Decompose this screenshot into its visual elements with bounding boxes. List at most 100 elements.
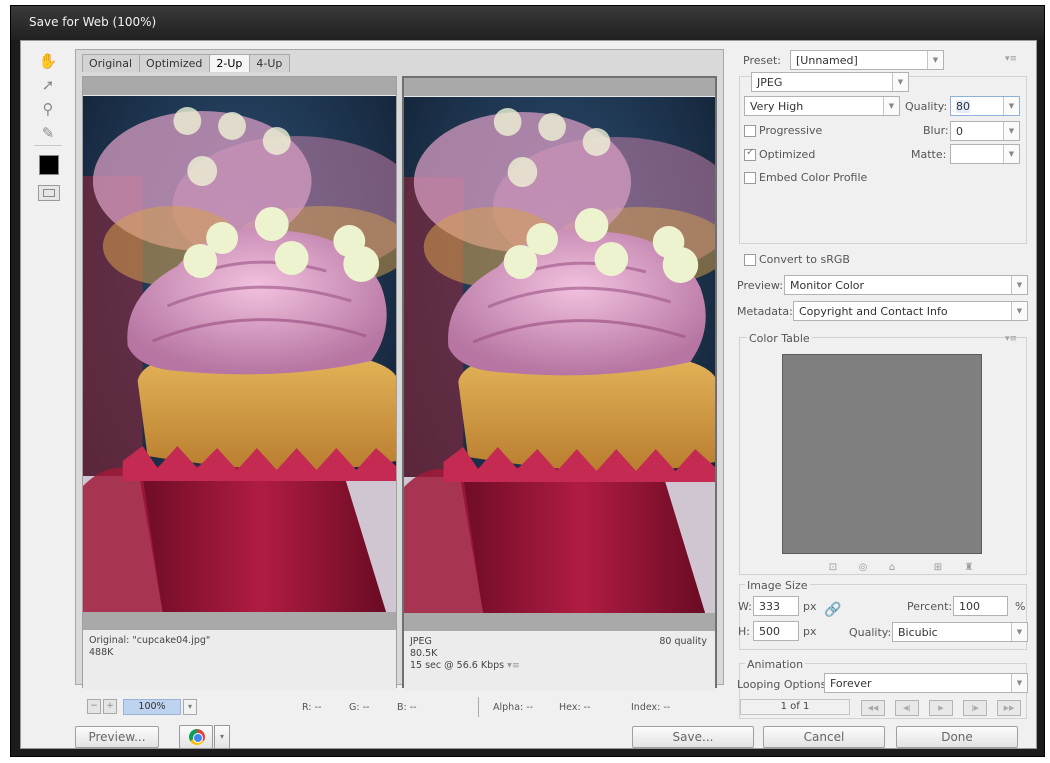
- map-color-icon[interactable]: ⊡: [827, 562, 839, 574]
- metadata-label: Metadata:: [737, 305, 793, 318]
- delete-color-icon[interactable]: ♜: [963, 562, 975, 574]
- height-label: H:: [738, 625, 750, 638]
- chevron-down-icon: ▼: [1003, 145, 1019, 163]
- pane-bottom-margin: [404, 613, 715, 631]
- eyedropper-icon[interactable]: ✎: [38, 123, 58, 143]
- convert-srgb-label: Convert to sRGB: [759, 253, 850, 266]
- status-bar: − + 100% ▾ R: -- G: -- B: -- Alpha: -- H…: [85, 697, 725, 717]
- hand-icon[interactable]: ✋: [38, 51, 58, 71]
- embed-color-profile-label: Embed Color Profile: [759, 171, 868, 184]
- matte-select[interactable]: ▼: [950, 144, 1020, 164]
- optimized-pane[interactable]: JPEG 80.5K 15 sec @ 56.6 Kbps ▾≡ 80 qual…: [402, 76, 717, 691]
- tab-4-up[interactable]: 4-Up: [249, 54, 291, 72]
- compression-quality-select[interactable]: Very High ▼: [744, 96, 900, 116]
- index-readout: Index: --: [631, 702, 671, 713]
- window-title: Save for Web (100%): [11, 6, 1044, 40]
- zoom-in-button[interactable]: +: [103, 699, 117, 714]
- eyedropper-color-swatch[interactable]: [39, 155, 59, 175]
- readout-divider: [478, 697, 479, 717]
- pane-top-margin: [83, 77, 396, 95]
- resample-quality-label: Quality:: [849, 626, 892, 639]
- original-filename: Original: "cupcake04.jpg": [89, 635, 211, 646]
- zoom-out-button[interactable]: −: [87, 699, 101, 714]
- convert-srgb-checkbox[interactable]: [744, 254, 756, 266]
- constrain-proportions-link-icon[interactable]: 🔗: [824, 602, 841, 618]
- first-frame-icon[interactable]: ◀◀: [861, 700, 885, 716]
- blue-readout: B: --: [397, 702, 417, 713]
- preview-in-browser-button[interactable]: [179, 725, 213, 749]
- blur-input[interactable]: 0 ▼: [950, 121, 1020, 141]
- preset-select[interactable]: [Unnamed] ▼: [790, 50, 944, 70]
- next-frame-icon[interactable]: |▶: [963, 700, 987, 716]
- resample-quality-select[interactable]: Bicubic ▼: [892, 622, 1028, 642]
- width-input[interactable]: 333: [753, 596, 799, 616]
- hex-readout: Hex: --: [559, 702, 591, 713]
- dialog-client: ✋ ➚ ⚲ ✎ Original Optimized 2-Up 4-Up Ori…: [20, 40, 1037, 749]
- preview-area: Original Optimized 2-Up 4-Up Original: "…: [75, 49, 724, 691]
- embed-color-profile-checkbox[interactable]: [744, 172, 756, 184]
- chevron-down-icon: ▼: [1003, 97, 1019, 115]
- chevron-down-icon: ▼: [927, 51, 943, 69]
- width-label: W:: [738, 600, 752, 613]
- view-tabs: Original Optimized 2-Up 4-Up: [82, 54, 291, 72]
- chevron-down-icon: ▼: [1003, 122, 1019, 140]
- optimized-quality: 80 quality: [659, 636, 707, 647]
- percent-input[interactable]: 100: [953, 596, 1008, 616]
- height-unit: px: [803, 625, 817, 638]
- green-readout: G: --: [349, 702, 370, 713]
- progressive-checkbox[interactable]: [744, 125, 756, 137]
- chevron-down-icon: ▼: [1011, 674, 1027, 692]
- play-icon[interactable]: ▶: [929, 700, 953, 716]
- cupcake-photo: [404, 97, 715, 613]
- original-pane[interactable]: Original: "cupcake04.jpg" 488K: [82, 76, 397, 690]
- color-table-menu-icon[interactable]: ▾≡: [1005, 334, 1017, 344]
- frame-counter: 1 of 1: [740, 699, 850, 715]
- settings-panel: Preset: [Unnamed] ▼ ▾≡ JPEG ▼ Very High ▼ Q…: [735, 41, 1038, 750]
- preset-label: Preset:: [743, 54, 782, 67]
- tab-original[interactable]: Original: [82, 54, 141, 72]
- red-readout: R: --: [302, 702, 322, 713]
- browser-icon: [189, 729, 205, 745]
- original-image[interactable]: [83, 96, 396, 612]
- save-for-web-dialog: Save for Web (100%) ✋ ➚ ⚲ ✎ Original Opt…: [10, 5, 1045, 757]
- tab-optimized[interactable]: Optimized: [139, 54, 211, 72]
- download-menu-icon: ▾≡: [507, 660, 520, 671]
- width-unit: px: [803, 600, 817, 613]
- quality-label: Quality:: [905, 100, 948, 113]
- browser-dropdown-icon[interactable]: ▾: [214, 725, 230, 749]
- chevron-down-icon: ▼: [1011, 302, 1027, 320]
- preview-button[interactable]: Preview...: [75, 726, 159, 748]
- height-input[interactable]: 500: [753, 621, 799, 641]
- optimized-image[interactable]: [404, 97, 715, 613]
- toolbox-divider: [34, 145, 62, 146]
- new-color-icon[interactable]: ⊞: [932, 562, 944, 574]
- preview-color-select[interactable]: Monitor Color ▼: [784, 275, 1028, 295]
- blur-label: Blur:: [923, 124, 949, 137]
- chevron-down-icon: ▼: [1011, 276, 1027, 294]
- color-table-title: Color Table: [747, 332, 812, 345]
- optimized-download-time: 15 sec @ 56.6 Kbps ▾≡: [410, 660, 520, 671]
- web-shift-icon[interactable]: ◎: [857, 562, 869, 574]
- quality-input[interactable]: 80 ▼: [950, 96, 1020, 116]
- cupcake-photo: [83, 96, 396, 612]
- zoom-dropdown-icon[interactable]: ▾: [183, 699, 197, 715]
- looping-options-select[interactable]: Forever ▼: [824, 673, 1028, 693]
- original-info: Original: "cupcake04.jpg" 488K: [83, 630, 396, 690]
- color-table-swatches[interactable]: [782, 354, 982, 554]
- zoom-level-field[interactable]: 100%: [123, 699, 181, 715]
- zoom-icon[interactable]: ⚲: [38, 99, 58, 119]
- optimized-checkbox[interactable]: [744, 147, 756, 161]
- optimize-menu-icon[interactable]: ▾≡: [1005, 54, 1017, 64]
- toggle-slices-icon[interactable]: [38, 185, 60, 201]
- file-format-select[interactable]: JPEG ▼: [751, 72, 909, 92]
- last-frame-icon[interactable]: ▶▶: [997, 700, 1021, 716]
- pane-top-margin: [404, 78, 715, 96]
- slice-select-icon[interactable]: ➚: [38, 75, 58, 95]
- metadata-select[interactable]: Copyright and Contact Info ▼: [793, 301, 1028, 321]
- looping-options-label: Looping Options:: [737, 678, 831, 691]
- tab-2-up[interactable]: 2-Up: [209, 54, 251, 72]
- lock-color-icon[interactable]: ⌂: [886, 562, 898, 574]
- toolbox: ✋ ➚ ⚲ ✎: [32, 45, 62, 245]
- previous-frame-icon[interactable]: ◀|: [895, 700, 919, 716]
- percent-unit: %: [1015, 600, 1026, 613]
